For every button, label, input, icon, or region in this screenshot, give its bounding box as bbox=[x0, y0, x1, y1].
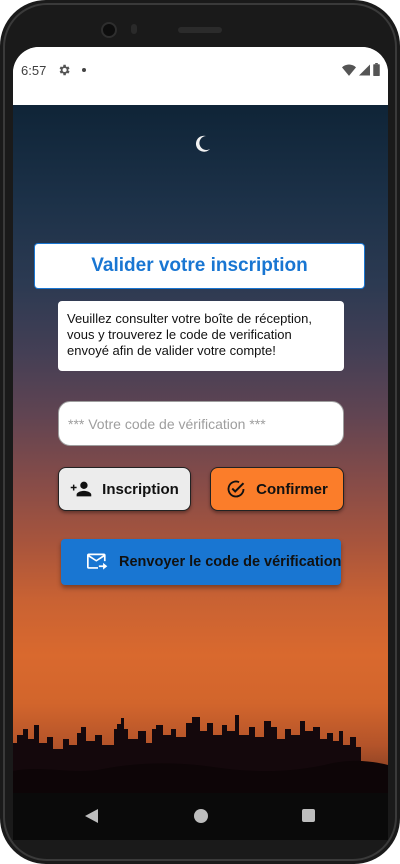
moon-decoration bbox=[195, 135, 210, 152]
resend-code-button[interactable]: Renvoyer le code de vérification bbox=[61, 539, 341, 585]
mail-forward-icon bbox=[87, 553, 109, 571]
front-camera bbox=[101, 22, 117, 38]
status-time: 6:57 bbox=[21, 63, 47, 78]
home-circle-icon[interactable] bbox=[194, 809, 208, 823]
proximity-sensor bbox=[131, 24, 137, 34]
battery-icon bbox=[373, 63, 380, 76]
status-bar: 6:57 bbox=[13, 47, 388, 95]
page-title-box: Valider votre inscription bbox=[34, 243, 365, 289]
app-background: Valider votre inscription Veuillez consu… bbox=[13, 105, 388, 793]
check-circle-icon bbox=[226, 479, 246, 499]
confirm-button[interactable]: Confirmer bbox=[210, 467, 344, 511]
info-message: Veuillez consulter votre boîte de récept… bbox=[58, 301, 344, 371]
back-triangle-icon[interactable] bbox=[85, 809, 98, 823]
resend-label: Renvoyer le code de vérification bbox=[119, 554, 342, 570]
signal-icon bbox=[359, 64, 370, 76]
phone-frame: 6:57 Valider votre inscription Veuillez … bbox=[0, 0, 400, 864]
recents-square-icon[interactable] bbox=[302, 809, 315, 822]
notification-dot bbox=[82, 68, 86, 72]
verification-code-input[interactable] bbox=[58, 401, 344, 446]
screen: 6:57 Valider votre inscription Veuillez … bbox=[13, 47, 388, 840]
city-skyline bbox=[13, 715, 388, 793]
wifi-icon bbox=[342, 63, 356, 76]
page-title: Valider votre inscription bbox=[91, 255, 308, 276]
person-add-icon bbox=[70, 481, 92, 497]
status-icons bbox=[342, 63, 380, 76]
gear-icon bbox=[57, 63, 71, 77]
confirm-label: Confirmer bbox=[256, 480, 328, 498]
navigation-bar bbox=[13, 793, 388, 840]
inscription-button[interactable]: Inscription bbox=[58, 467, 191, 511]
inscription-label: Inscription bbox=[102, 480, 179, 498]
earpiece-speaker bbox=[178, 27, 222, 33]
